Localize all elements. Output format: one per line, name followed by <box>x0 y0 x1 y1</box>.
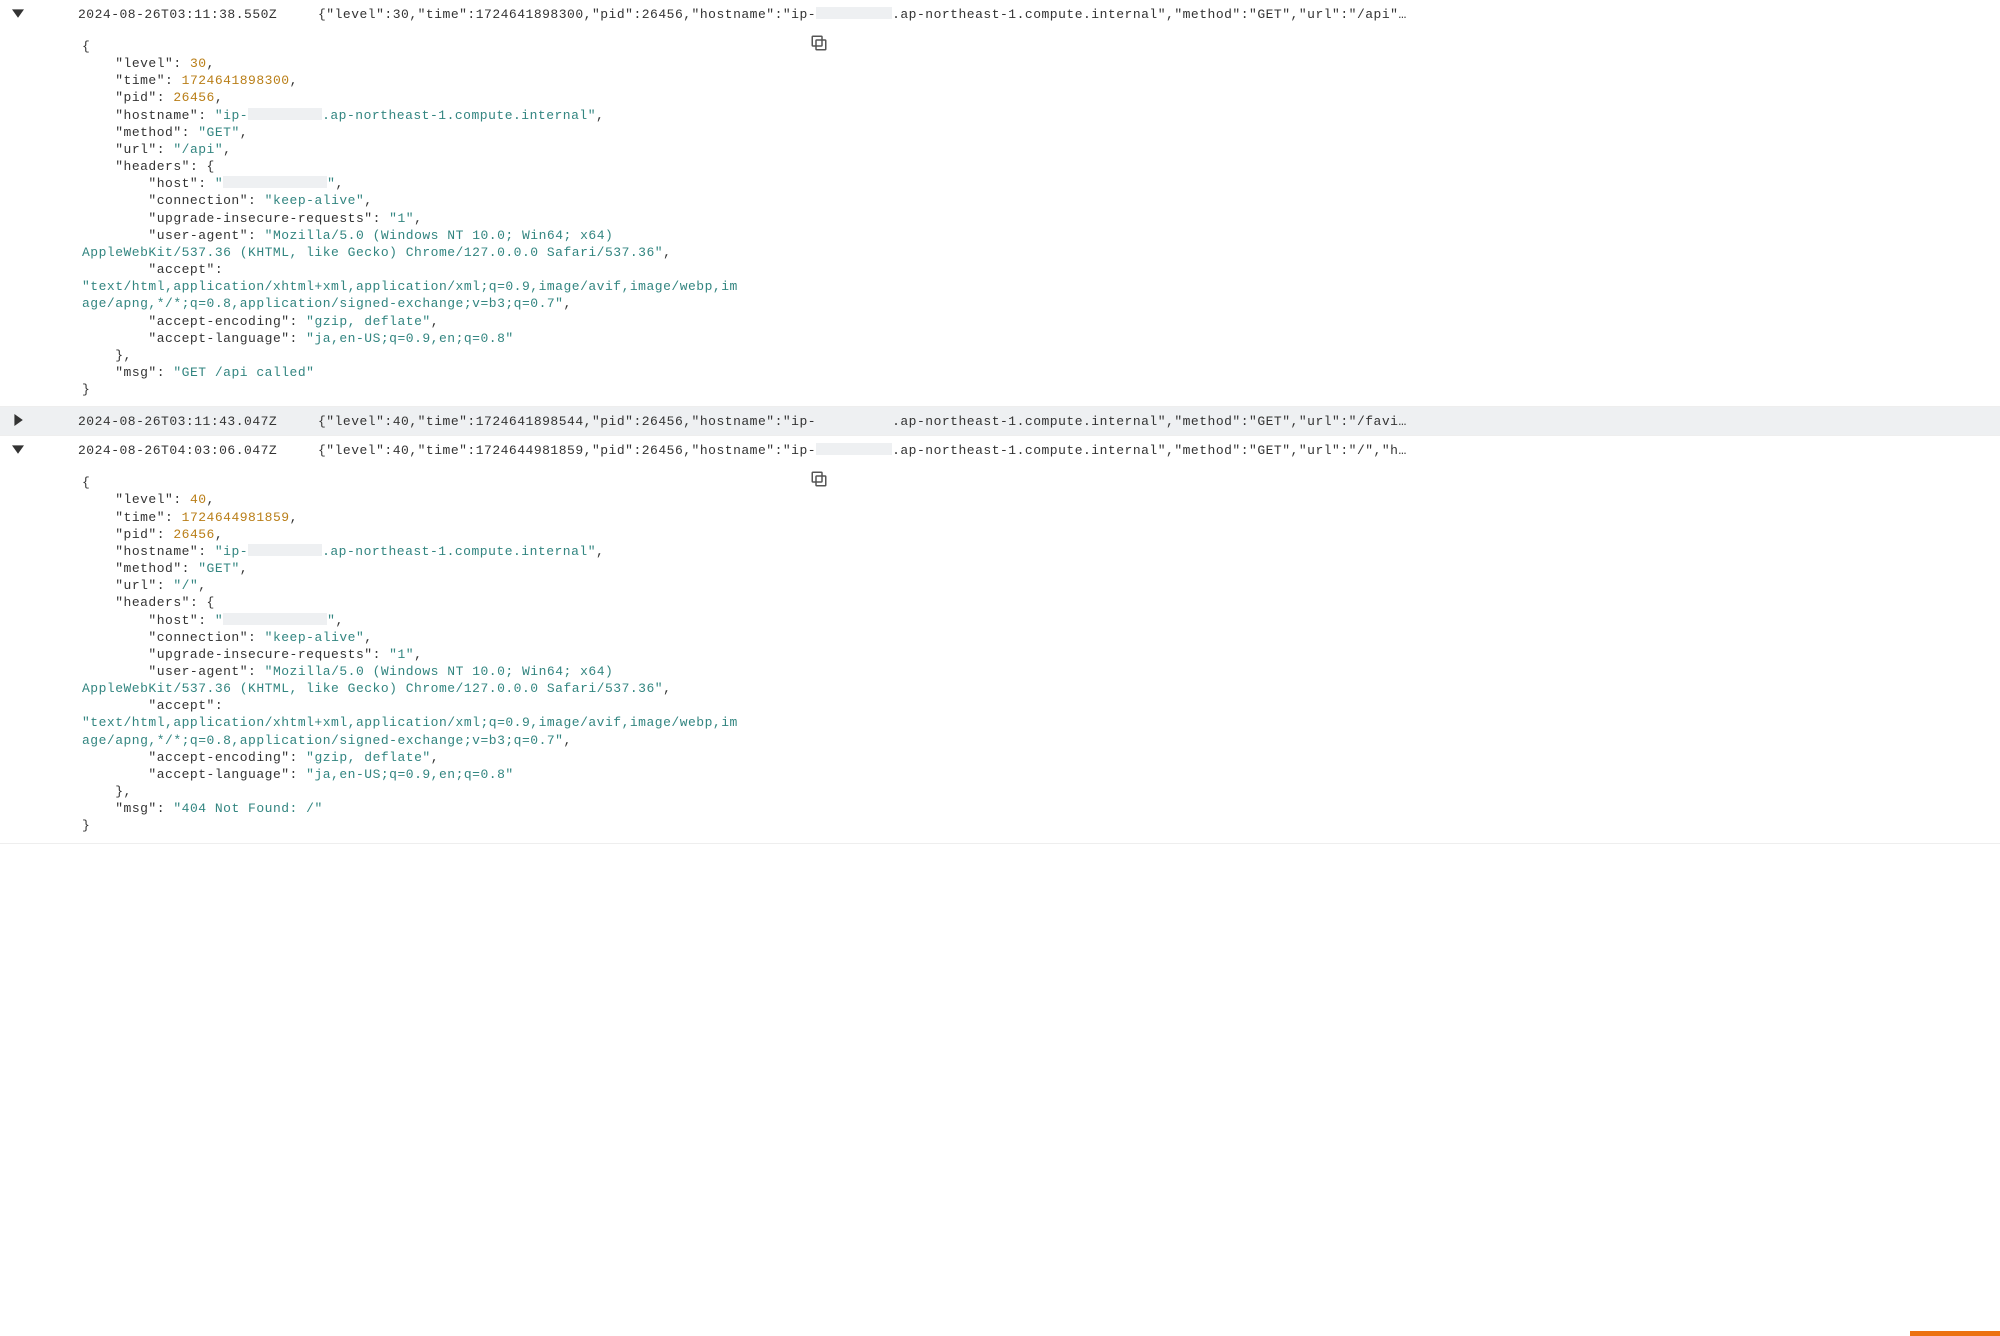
caret-down-icon[interactable] <box>12 443 26 457</box>
log-timestamp: 2024-08-26T04:03:06.047Z <box>38 443 318 458</box>
copy-icon[interactable] <box>810 34 828 52</box>
caret-right-icon[interactable] <box>12 414 26 428</box>
resize-handle[interactable] <box>1910 1331 2000 1336</box>
log-timestamp: 2024-08-26T03:11:38.550Z <box>38 7 318 22</box>
json-content: { "level": 30, "time": 1724641898300, "p… <box>82 38 738 398</box>
log-summary: {"level":40,"time":1724644981859,"pid":2… <box>318 443 1994 458</box>
log-json-body: { "level": 40, "time": 1724644981859, "p… <box>0 464 820 842</box>
log-list: 2024-08-26T03:11:38.550Z{"level":30,"tim… <box>0 0 2000 844</box>
log-entry-header[interactable]: 2024-08-26T04:03:06.047Z{"level":40,"tim… <box>0 436 2000 464</box>
log-entry: 2024-08-26T03:11:43.047Z{"level":40,"tim… <box>0 407 2000 436</box>
copy-icon[interactable] <box>810 470 828 488</box>
log-timestamp: 2024-08-26T03:11:43.047Z <box>38 414 318 429</box>
log-entry-header[interactable]: 2024-08-26T03:11:43.047Z{"level":40,"tim… <box>0 407 2000 435</box>
log-entry: 2024-08-26T04:03:06.047Z{"level":40,"tim… <box>0 436 2000 843</box>
log-entry: 2024-08-26T03:11:38.550Z{"level":30,"tim… <box>0 0 2000 407</box>
caret-down-icon[interactable] <box>12 7 26 21</box>
json-content: { "level": 40, "time": 1724644981859, "p… <box>82 474 738 834</box>
log-summary: {"level":30,"time":1724641898300,"pid":2… <box>318 7 1994 22</box>
log-entry-header[interactable]: 2024-08-26T03:11:38.550Z{"level":30,"tim… <box>0 0 2000 28</box>
log-json-body: { "level": 30, "time": 1724641898300, "p… <box>0 28 820 406</box>
log-summary: {"level":40,"time":1724641898544,"pid":2… <box>318 414 1994 429</box>
